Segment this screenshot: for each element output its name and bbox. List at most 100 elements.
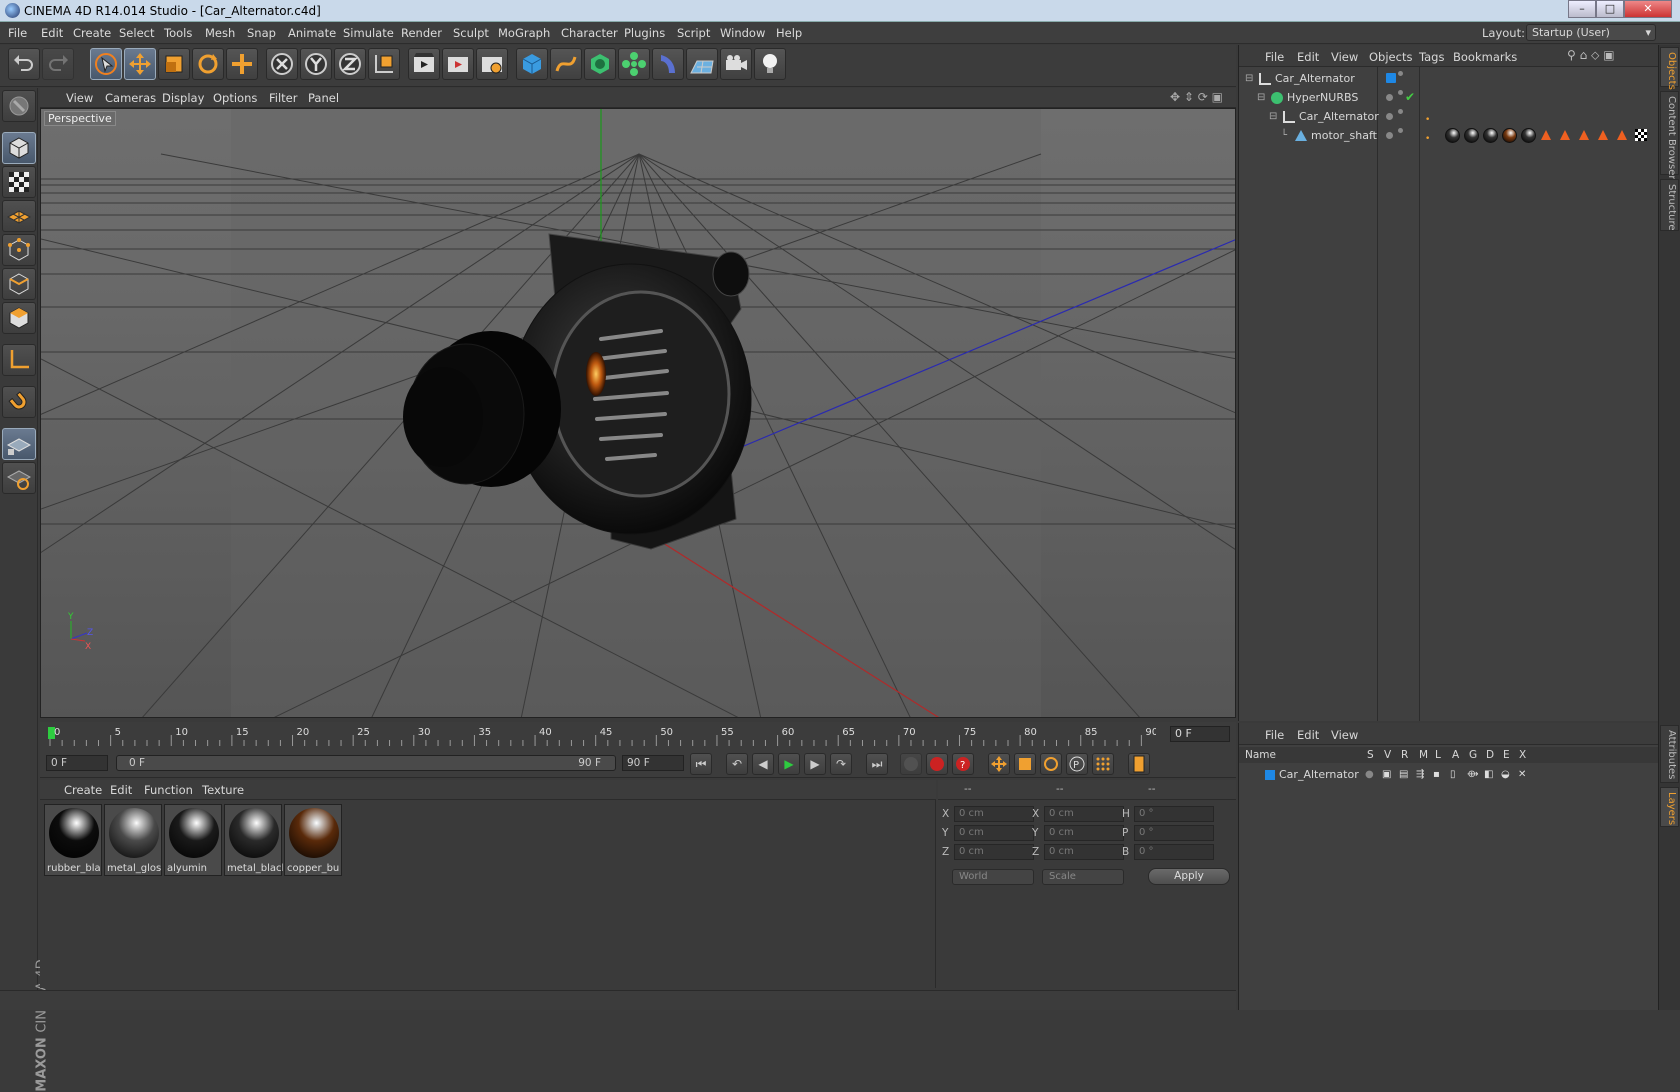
object-row[interactable]: ⊟ Car_Alternator bbox=[1239, 69, 1659, 88]
coordinate-mode-dropdown[interactable]: World bbox=[952, 869, 1034, 885]
layer-toggle-icon[interactable]: ◒ bbox=[1501, 765, 1510, 784]
expand-toggle-icon[interactable]: ⊟ bbox=[1269, 107, 1277, 126]
layer-toggle-icon[interactable]: ▤ bbox=[1399, 765, 1408, 784]
coordinate-system-icon[interactable] bbox=[368, 48, 400, 80]
viewport-nav-icons[interactable]: ✥ ⇕ ⟳ ▣ bbox=[1170, 90, 1223, 104]
render-visibility-dot[interactable] bbox=[1398, 128, 1403, 133]
editor-visibility-dot[interactable] bbox=[1386, 73, 1396, 83]
polygons-mode-icon[interactable] bbox=[2, 302, 36, 334]
render-view-icon[interactable] bbox=[408, 48, 440, 80]
material-tag-icon[interactable] bbox=[1502, 128, 1517, 143]
array-icon[interactable] bbox=[618, 48, 650, 80]
menu-mograph[interactable]: MoGraph bbox=[498, 26, 550, 40]
minimize-button[interactable]: – bbox=[1568, 0, 1596, 18]
tab-attributes[interactable]: Attributes bbox=[1660, 725, 1679, 783]
material-swatch[interactable]: copper_bu bbox=[284, 804, 342, 876]
obj-menu-view[interactable]: View bbox=[1331, 50, 1358, 64]
obj-menu-file[interactable]: File bbox=[1265, 50, 1284, 64]
edit-render-settings-icon[interactable] bbox=[476, 48, 508, 80]
layer-toggle-icon[interactable]: ⟴ bbox=[1467, 765, 1479, 784]
layer-column-header[interactable]: E bbox=[1503, 747, 1510, 763]
obj-menu-bookmarks[interactable]: Bookmarks bbox=[1453, 50, 1517, 64]
enabled-check-icon[interactable]: ✔ bbox=[1405, 88, 1415, 107]
points-mode-icon[interactable] bbox=[2, 234, 36, 266]
material-swatch[interactable]: metal_blacl bbox=[224, 804, 283, 876]
end-frame-field[interactable]: 90 F bbox=[622, 755, 684, 771]
model-mode-icon[interactable] bbox=[2, 132, 36, 164]
layer-column-header[interactable]: Name bbox=[1245, 747, 1276, 763]
apply-button[interactable]: Apply bbox=[1148, 868, 1230, 885]
play-icon[interactable]: ▶ bbox=[778, 753, 800, 775]
menu-animate[interactable]: Animate bbox=[288, 26, 336, 40]
uvw-tag-icon[interactable] bbox=[1635, 129, 1647, 141]
layer-column-header[interactable]: A bbox=[1452, 747, 1459, 763]
layer-column-header[interactable]: G bbox=[1469, 747, 1477, 763]
menu-edit[interactable]: Edit bbox=[41, 26, 63, 40]
menu-render[interactable]: Render bbox=[401, 26, 442, 40]
phong-tag-icon[interactable] bbox=[1579, 130, 1589, 140]
snap-settings-icon[interactable] bbox=[2, 462, 36, 494]
coord-value-field[interactable]: 0 cm bbox=[1044, 844, 1124, 860]
layer-row[interactable]: Car_Alternator ● ▣ ▤ ⇶ ▪ ▯ ⟴ ◧ ◒ ✕ bbox=[1239, 765, 1659, 784]
next-frame-icon[interactable]: ▶ bbox=[804, 753, 826, 775]
key-pla-icon[interactable] bbox=[1092, 753, 1114, 775]
vp-menu-view[interactable]: View bbox=[66, 91, 93, 105]
tab-content-browser[interactable]: Content Browser bbox=[1660, 91, 1679, 179]
obj-search-icon[interactable]: ⚲ ⌂ ⬦ ▣ bbox=[1567, 48, 1615, 63]
previous-key-icon[interactable]: ↶ bbox=[726, 753, 748, 775]
menu-select[interactable]: Select bbox=[119, 26, 154, 40]
scale-icon[interactable] bbox=[158, 48, 190, 80]
tag-strip[interactable] bbox=[1425, 127, 1647, 144]
render-visibility-dot[interactable] bbox=[1398, 109, 1403, 114]
layer-menu-file[interactable]: File bbox=[1265, 728, 1284, 742]
layer-menu-view[interactable]: View bbox=[1331, 728, 1358, 742]
menu-snap[interactable]: Snap bbox=[247, 26, 276, 40]
keyframe-selection-icon[interactable]: ? bbox=[952, 753, 974, 775]
start-frame-field[interactable]: 0 F bbox=[46, 755, 108, 771]
editor-visibility-dot[interactable] bbox=[1386, 132, 1393, 139]
object-row[interactable]: ⊟ HyperNURBS ✔ bbox=[1239, 88, 1659, 107]
render-visibility-dot[interactable] bbox=[1398, 90, 1403, 95]
camera-icon[interactable] bbox=[720, 48, 752, 80]
layer-column-header[interactable]: X bbox=[1519, 747, 1526, 763]
frame-range-slider[interactable]: 0 F 90 F bbox=[116, 755, 616, 771]
frame-ruler[interactable]: 0 5 10 15 20 25 30 35 40 45 50 55 60 65 70 75 80 85 90 bbox=[48, 725, 1156, 747]
go-to-end-icon[interactable]: ⏭ bbox=[866, 753, 888, 775]
close-button[interactable]: ✕ bbox=[1624, 0, 1672, 18]
cube-icon[interactable] bbox=[516, 48, 548, 80]
key-scale-icon[interactable] bbox=[1014, 753, 1036, 775]
autokeying-icon[interactable] bbox=[926, 753, 948, 775]
workplane-mode-icon[interactable] bbox=[2, 200, 36, 232]
layer-column-header[interactable]: S bbox=[1367, 747, 1374, 763]
menu-help[interactable]: Help bbox=[776, 26, 802, 40]
axis-mode-icon[interactable] bbox=[2, 344, 36, 376]
x-axis-icon[interactable] bbox=[266, 48, 298, 80]
deformer-icon[interactable] bbox=[652, 48, 684, 80]
key-position-icon[interactable] bbox=[988, 753, 1010, 775]
key-rotation-icon[interactable] bbox=[1040, 753, 1062, 775]
layer-color-swatch[interactable] bbox=[1265, 770, 1275, 780]
obj-menu-edit[interactable]: Edit bbox=[1297, 50, 1319, 64]
menu-script[interactable]: Script bbox=[677, 26, 710, 40]
editor-visibility-dot[interactable] bbox=[1386, 113, 1393, 120]
snap-grid-icon[interactable] bbox=[2, 428, 36, 460]
expand-toggle-icon[interactable]: └ bbox=[1281, 126, 1287, 145]
vp-menu-panel[interactable]: Panel bbox=[308, 91, 339, 105]
z-axis-icon[interactable] bbox=[334, 48, 366, 80]
light-icon[interactable] bbox=[754, 48, 786, 80]
mat-menu-create[interactable]: Create bbox=[64, 783, 102, 797]
timeline-ruler[interactable]: 0 5 10 15 20 25 30 35 40 45 50 55 60 65 70 75 80 85 90 0 F bbox=[40, 722, 1236, 750]
obj-menu-objects[interactable]: Objects bbox=[1369, 50, 1412, 64]
material-swatch[interactable]: alyumin bbox=[164, 804, 222, 876]
mat-menu-edit[interactable]: Edit bbox=[110, 783, 132, 797]
tab-layers[interactable]: Layers bbox=[1660, 787, 1679, 827]
object-row[interactable]: └ motor_shaft • bbox=[1239, 126, 1659, 145]
live-selection-icon[interactable] bbox=[90, 48, 122, 80]
add-icon[interactable] bbox=[226, 48, 258, 80]
material-swatch[interactable]: rubber_bla bbox=[44, 804, 102, 876]
go-to-start-icon[interactable]: ⏮ bbox=[690, 753, 712, 775]
layer-toggle-icon[interactable]: ● bbox=[1365, 765, 1374, 784]
coord-value-field[interactable]: 0 ° bbox=[1134, 806, 1214, 822]
menu-tools[interactable]: Tools bbox=[164, 26, 192, 40]
layer-toggle-icon[interactable]: ▣ bbox=[1382, 765, 1391, 784]
